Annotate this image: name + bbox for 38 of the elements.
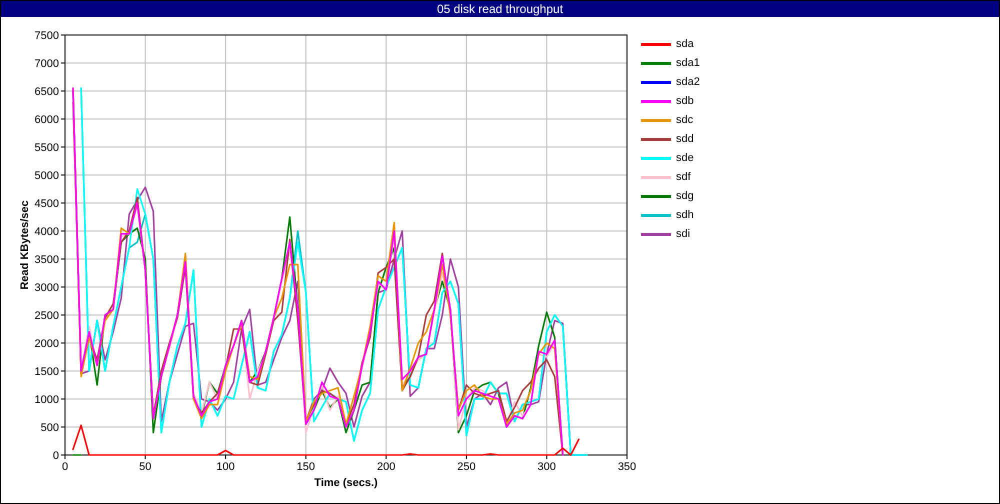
x-tick-label: 100: [216, 461, 235, 473]
y-tick-label: 7500: [34, 30, 59, 42]
x-tick-label: 150: [296, 461, 316, 473]
y-tick-label: 4000: [34, 226, 59, 238]
y-tick-label: 3500: [34, 254, 59, 266]
y-tick-label: 3000: [34, 282, 59, 294]
legend-label: sde: [676, 151, 694, 166]
x-axis-title: Time (secs.): [314, 477, 378, 489]
y-tick-label: 7000: [34, 58, 59, 70]
legend-label: sdh: [676, 208, 694, 224]
x-tick-label: 250: [457, 461, 476, 473]
y-tick-label: 1000: [34, 394, 59, 406]
y-tick-label: 2500: [34, 310, 59, 322]
y-tick-label: 6000: [34, 114, 59, 126]
legend-label: sdi: [676, 227, 690, 242]
y-tick-label: 5500: [34, 142, 59, 154]
legend-label: sda1: [676, 56, 700, 72]
title-bar: 05 disk read throughput: [1, 1, 999, 17]
y-tick-label: 1500: [34, 366, 59, 378]
x-tick-label: 300: [538, 461, 556, 473]
x-tick-label: 50: [139, 461, 152, 473]
x-tick-label: 350: [618, 461, 636, 473]
legend-label: sda: [676, 37, 694, 52]
y-tick-label: 4500: [34, 198, 59, 210]
legend-label: sdb: [676, 94, 694, 110]
legend-label: sdd: [676, 132, 694, 148]
y-tick-label: 2000: [34, 338, 59, 350]
y-tick-label: 5000: [34, 170, 59, 182]
legend-label: sdg: [676, 189, 694, 204]
y-tick-label: 0: [52, 450, 59, 462]
legend-label: sdc: [676, 113, 694, 128]
y-tick-label: 500: [40, 422, 59, 434]
x-tick-label: 200: [376, 461, 396, 473]
y-tick-label: 6500: [34, 86, 59, 98]
y-axis-title: Read KBytes/sec: [19, 200, 31, 290]
x-tick-label: 0: [62, 461, 68, 473]
legend-label: sdf: [676, 170, 691, 186]
legend-label: sda2: [676, 75, 700, 90]
